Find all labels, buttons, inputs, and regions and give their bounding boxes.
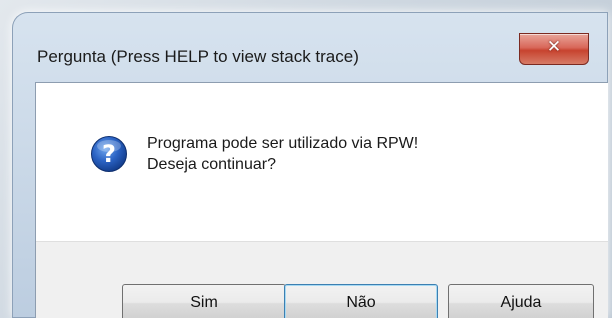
message-line-2: Deseja continuar? (147, 156, 276, 173)
message-text: Programa pode ser utilizado via RPW! Des… (147, 133, 418, 175)
close-icon: ✕ (546, 37, 562, 57)
window-title: Pergunta (Press HELP to view stack trace… (37, 47, 359, 66)
message-line-1: Programa pode ser utilizado via RPW! (147, 135, 419, 152)
dialog-client-area: ? Programa pode ser utilizado via RPW! D… (35, 82, 608, 318)
dialog-window: Pergunta (Press HELP to view stack trace… (12, 12, 608, 318)
svg-text:?: ? (102, 140, 116, 168)
title-bar[interactable]: Pergunta (Press HELP to view stack trace… (12, 12, 608, 82)
nao-button[interactable]: Não (284, 284, 438, 318)
sim-button[interactable]: Sim (122, 284, 286, 318)
close-button[interactable]: ✕ (519, 33, 589, 65)
button-bar: Sim Não Ajuda (36, 241, 608, 318)
message-area: ? Programa pode ser utilizado via RPW! D… (36, 83, 608, 241)
question-icon: ? (91, 136, 127, 172)
ajuda-button[interactable]: Ajuda (448, 284, 594, 318)
screenshot-stage: Pergunta (Press HELP to view stack trace… (0, 0, 612, 318)
